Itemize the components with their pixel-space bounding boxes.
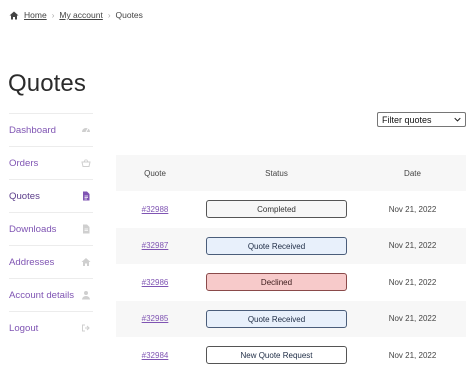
nav-item-label: Account details xyxy=(9,289,75,301)
filter-quotes-select[interactable]: Filter quotes xyxy=(377,112,466,127)
nav-item-quotes[interactable]: Quotes xyxy=(9,179,93,212)
filter-selected-value: Filter quotes xyxy=(382,114,432,125)
nav-item-addresses[interactable]: Addresses xyxy=(9,245,93,278)
table-row: #32986 Declined Nov 21, 2022 xyxy=(116,264,466,301)
nav-item-label: Logout xyxy=(9,322,39,334)
breadcrumb: Home › My account › Quotes xyxy=(9,10,143,20)
nav-item-dashboard[interactable]: Dashboard xyxy=(9,113,93,146)
quote-date: Nov 21, 2022 xyxy=(388,314,437,324)
nav-item-account-details[interactable]: Account details xyxy=(9,278,93,311)
nav-item-label: Quotes xyxy=(9,190,40,202)
table-row: #32987 Quote Received Nov 21, 2022 xyxy=(116,227,466,264)
quotes-page: Home › My account › Quotes Quotes Dashbo… xyxy=(0,0,474,386)
breadcrumb-separator: › xyxy=(107,10,111,20)
status-badge: Quote Received xyxy=(206,309,347,328)
breadcrumb-home-link[interactable]: Home xyxy=(24,10,47,20)
dashboard-icon xyxy=(81,125,91,135)
nav-item-orders[interactable]: Orders xyxy=(9,146,93,179)
table-row: #32984 New Quote Request Nov 21, 2022 xyxy=(116,337,466,374)
nav-item-label: Orders xyxy=(9,157,39,169)
quotes-table: Quote Status Date #32988 Completed Nov 2… xyxy=(116,155,466,374)
table-row: #32985 Quote Received Nov 21, 2022 xyxy=(116,300,466,337)
column-header-quote: Quote xyxy=(144,168,166,178)
quote-link[interactable]: #32987 xyxy=(142,241,169,250)
quote-date: Nov 21, 2022 xyxy=(388,277,437,287)
nav-item-label: Dashboard xyxy=(9,124,56,136)
user-icon xyxy=(81,290,91,300)
quote-date: Nov 21, 2022 xyxy=(388,204,437,214)
quote-date: Nov 21, 2022 xyxy=(388,241,437,251)
table-header: Quote Status Date xyxy=(116,155,466,191)
document-icon xyxy=(81,191,91,201)
status-badge: Declined xyxy=(206,273,347,292)
column-header-status: Status xyxy=(265,168,288,178)
chevron-down-icon xyxy=(454,117,461,122)
home-icon xyxy=(9,11,19,19)
basket-icon xyxy=(81,158,91,168)
breadcrumb-separator: › xyxy=(51,10,55,20)
quote-link[interactable]: #32985 xyxy=(142,314,169,323)
nav-item-downloads[interactable]: Downloads xyxy=(9,212,93,245)
page-title: Quotes xyxy=(8,70,86,97)
breadcrumb-account-link[interactable]: My account xyxy=(59,10,102,20)
table-row: #32988 Completed Nov 21, 2022 xyxy=(116,191,466,228)
column-header-date: Date xyxy=(404,168,421,178)
status-badge: Completed xyxy=(206,200,347,219)
home-icon xyxy=(81,257,91,267)
quote-link[interactable]: #32986 xyxy=(142,278,169,287)
nav-item-label: Downloads xyxy=(9,223,57,235)
account-navigation: Dashboard Orders Quotes Downloads Addres… xyxy=(9,113,93,344)
quote-link[interactable]: #32984 xyxy=(142,351,169,360)
status-badge: New Quote Request xyxy=(206,346,347,365)
file-icon xyxy=(81,224,91,234)
status-badge: Quote Received xyxy=(206,236,347,255)
nav-item-logout[interactable]: Logout xyxy=(9,311,93,344)
quote-link[interactable]: #32988 xyxy=(142,205,169,214)
breadcrumb-current: Quotes xyxy=(115,10,143,20)
quote-date: Nov 21, 2022 xyxy=(388,350,437,360)
nav-item-label: Addresses xyxy=(9,256,55,268)
logout-icon xyxy=(81,323,91,333)
